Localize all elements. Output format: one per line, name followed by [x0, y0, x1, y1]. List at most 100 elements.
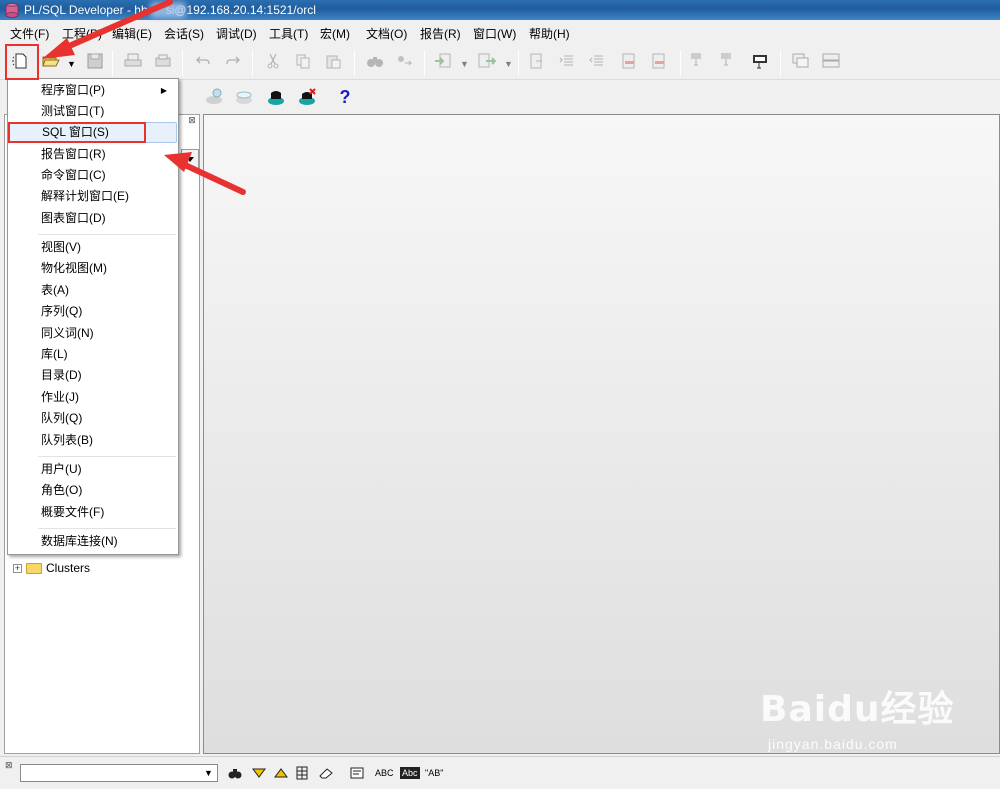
menu-item-test-window[interactable]: 测试窗口(T)	[9, 101, 177, 122]
open-dropdown-arrow-icon[interactable]: ▼	[67, 59, 76, 69]
object-filter-dropdown-button[interactable]	[181, 149, 199, 169]
menu-item-profile[interactable]: 概要文件(F)	[9, 502, 177, 523]
menu-edit[interactable]: 编辑(E)	[112, 25, 152, 42]
menu-bar: 文件(F) 工程(P) 编辑(E) 会话(S) 调试(D) 工具(T) 宏(M)…	[0, 22, 1000, 42]
binoculars-icon	[367, 57, 383, 67]
beautifier-options-icon	[721, 53, 731, 66]
menu-item-report-window[interactable]: 报告窗口(R)	[9, 144, 177, 165]
close-find-bar-icon[interactable]: ⊠	[5, 760, 13, 771]
tree-expand-icon[interactable]: +	[13, 563, 22, 573]
menu-item-program-window[interactable]: 程序窗口(P) ▶	[9, 80, 177, 101]
report-button[interactable]	[750, 50, 772, 72]
unindent-button[interactable]	[586, 50, 608, 72]
menu-item-sequence[interactable]: 序列(Q)	[9, 301, 177, 322]
menu-item-synonym[interactable]: 同义词(N)	[9, 323, 177, 344]
import-button[interactable]	[432, 50, 454, 72]
menu-item-view[interactable]: 视图(V)	[9, 237, 177, 258]
menu-item-user[interactable]: 用户(U)	[9, 459, 177, 480]
match-case-button[interactable]: ABC	[375, 765, 394, 781]
copy-icon	[296, 54, 310, 69]
save-button[interactable]	[84, 50, 106, 72]
export-button[interactable]	[476, 50, 498, 72]
database-logon-icon	[268, 91, 284, 105]
find-previous-triangle-icon	[274, 768, 288, 778]
toolbar-separator	[780, 50, 781, 76]
menu-window[interactable]: 窗口(W)	[473, 25, 516, 42]
cascade-windows-button[interactable]	[790, 50, 812, 72]
find-in-selection-button[interactable]	[350, 765, 364, 781]
tree-node-clusters[interactable]: + Clusters	[13, 561, 90, 575]
mdi-workspace	[203, 114, 1000, 754]
print-preview-button[interactable]	[152, 50, 174, 72]
menu-project[interactable]: 工程(P)	[62, 25, 102, 42]
redo-button[interactable]	[222, 50, 244, 72]
cascade-windows-icon	[792, 53, 809, 68]
help-button[interactable]: ?	[334, 86, 356, 108]
print-button[interactable]	[122, 50, 144, 72]
find-next-button[interactable]	[252, 765, 266, 781]
menu-item-directory[interactable]: 目录(D)	[9, 365, 177, 386]
print-preview-icon	[155, 54, 171, 67]
cut-button[interactable]	[262, 50, 284, 72]
menu-item-command-window[interactable]: 命令窗口(C)	[9, 165, 177, 186]
menu-file[interactable]: 文件(F)	[10, 25, 49, 42]
menu-item-diagram-window[interactable]: 图表窗口(D)	[9, 208, 177, 229]
find-next-triangle-icon	[252, 768, 266, 778]
whole-word-button[interactable]: Abc	[400, 767, 420, 779]
regex-button[interactable]: "AB"	[425, 765, 443, 781]
comment-document-icon	[622, 53, 635, 69]
find-text-input[interactable]	[20, 764, 218, 782]
menu-tools[interactable]: 工具(T)	[269, 25, 308, 42]
toolbar-separator	[354, 50, 355, 76]
close-panel-icon[interactable]: ⊠	[187, 116, 197, 126]
menu-session[interactable]: 会话(S)	[164, 25, 204, 42]
menu-item-library[interactable]: 库(L)	[9, 344, 177, 365]
menu-item-database-link[interactable]: 数据库连接(N)	[9, 531, 177, 552]
open-button[interactable]	[40, 50, 62, 72]
undo-button[interactable]	[192, 50, 214, 72]
menu-item-queue[interactable]: 队列(Q)	[9, 408, 177, 429]
replace-button[interactable]	[394, 50, 416, 72]
indent-button[interactable]	[556, 50, 578, 72]
copy-button[interactable]	[292, 50, 314, 72]
menu-reports[interactable]: 报告(R)	[420, 25, 461, 42]
find-history-dropdown-icon[interactable]: ▼	[204, 768, 213, 778]
import-dropdown-arrow-icon[interactable]: ▼	[460, 59, 469, 69]
menu-item-explain-plan-window[interactable]: 解释计划窗口(E)	[9, 186, 177, 207]
new-object-menu: 程序窗口(P) ▶ 测试窗口(T) SQL 窗口(S) 报告窗口(R) 命令窗口…	[7, 78, 179, 555]
save-disk-icon	[87, 53, 103, 69]
highlight-grid-icon	[296, 766, 308, 780]
beautifier-options-button[interactable]	[718, 50, 740, 72]
find-button[interactable]	[364, 50, 386, 72]
menu-item-job[interactable]: 作业(J)	[9, 387, 177, 408]
beautifier-icon	[691, 53, 701, 66]
menu-item-table[interactable]: 表(A)	[9, 280, 177, 301]
menu-item-materialized-view[interactable]: 物化视图(M)	[9, 258, 177, 279]
menu-macro[interactable]: 宏(M)	[320, 25, 350, 42]
highlight-all-button[interactable]	[296, 765, 308, 781]
tile-windows-button[interactable]	[820, 50, 842, 72]
uncomment-button[interactable]	[648, 50, 670, 72]
menu-documents[interactable]: 文档(O)	[366, 25, 407, 42]
paste-button[interactable]	[322, 50, 344, 72]
menu-help[interactable]: 帮助(H)	[529, 25, 570, 42]
find-previous-button[interactable]	[274, 765, 288, 781]
clear-highlight-button[interactable]	[318, 765, 334, 781]
open-folder-icon	[42, 56, 60, 67]
comment-button[interactable]	[618, 50, 640, 72]
log-on-button[interactable]	[265, 86, 287, 108]
execute-button[interactable]	[526, 50, 548, 72]
export-dropdown-arrow-icon[interactable]: ▼	[504, 59, 513, 69]
commit-button[interactable]	[203, 86, 225, 108]
beautifier-button[interactable]	[688, 50, 710, 72]
menu-debug[interactable]: 调试(D)	[216, 25, 257, 42]
menu-item-queue-table[interactable]: 队列表(B)	[9, 430, 177, 451]
menu-item-role[interactable]: 角色(O)	[9, 480, 177, 501]
find-button[interactable]	[228, 765, 242, 781]
log-off-button[interactable]	[296, 86, 318, 108]
rollback-button[interactable]	[233, 86, 255, 108]
window-titlebar: PL/SQL Developer - hb si@192.168.20.14:1…	[0, 0, 1000, 20]
submenu-arrow-icon: ▶	[160, 86, 167, 95]
document-arrow-icon	[530, 53, 542, 69]
tree-node-label: Clusters	[46, 561, 91, 575]
